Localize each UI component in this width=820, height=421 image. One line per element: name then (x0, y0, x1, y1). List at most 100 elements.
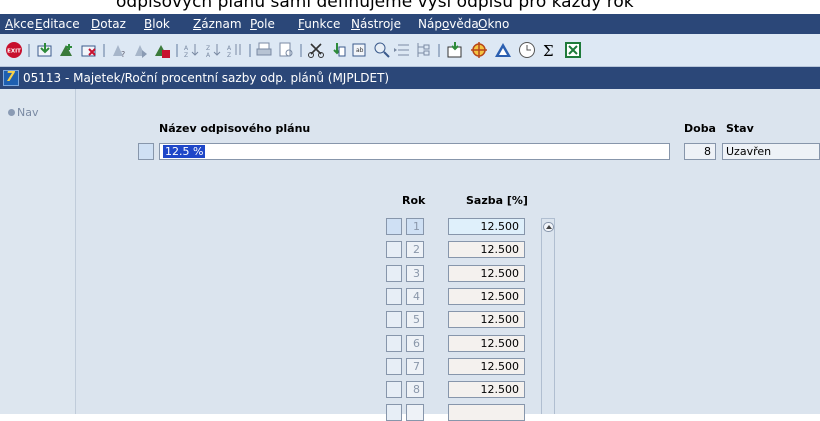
doba-field[interactable]: 8 (684, 143, 716, 160)
sazba-cell[interactable]: 12.500 (448, 358, 525, 375)
sazba-cell[interactable]: 12.500 (448, 381, 525, 398)
sazba-column-header: Sazba [%] (466, 194, 528, 207)
svg-text:ab: ab (356, 47, 364, 54)
doba-label: Doba (684, 122, 716, 135)
record-indicator[interactable] (138, 143, 154, 160)
row-indicator[interactable] (386, 288, 402, 305)
radio-icon (8, 109, 15, 116)
menu-item[interactable]: Editace (35, 17, 80, 31)
sort-desc-icon[interactable]: ZA (205, 41, 223, 59)
sazba-cell[interactable]: 12.500 (448, 288, 525, 305)
plan-name-value: 12.5 % (163, 145, 206, 158)
plan-name-field[interactable]: 12.5 % (159, 143, 670, 160)
menu-bar: Akce Editace Dotaz Blok Záznam Pole Funkce Nást… (0, 14, 820, 34)
toolbar-separator (28, 44, 30, 57)
zoom-icon[interactable] (373, 41, 391, 59)
tools-icon[interactable] (470, 41, 488, 59)
form-title: 05113 - Majetek/Roční procentní sazby od… (23, 71, 390, 85)
scroll-up-icon[interactable] (543, 222, 554, 232)
row-indicator[interactable] (386, 265, 402, 282)
row-indicator[interactable] (386, 404, 402, 421)
svg-text:A: A (184, 45, 189, 52)
toolbar: EXIT ? AZ ZA AZ ab Σ (0, 34, 820, 67)
menu-item[interactable]: Dotaz (91, 17, 126, 31)
svg-text:Z: Z (184, 52, 188, 59)
rok-cell[interactable]: 5 (406, 311, 424, 328)
menu-item[interactable]: Akce (5, 17, 34, 31)
clock-icon[interactable] (518, 41, 536, 59)
rok-cell[interactable]: 1 (406, 218, 424, 235)
form-title-bar: 05113 - Majetek/Roční procentní sazby od… (0, 67, 820, 89)
rok-cell[interactable] (406, 404, 424, 421)
svg-text:Z: Z (227, 52, 231, 59)
exit-icon[interactable]: EXIT (5, 41, 23, 59)
rok-cell[interactable]: 6 (406, 335, 424, 352)
menu-item[interactable]: Pole (250, 17, 275, 31)
sum-icon[interactable]: Σ (541, 41, 559, 60)
menu-item[interactable]: Okno (478, 17, 509, 31)
svg-text:A: A (206, 52, 211, 59)
print-icon[interactable] (255, 41, 273, 59)
toolbar-separator (249, 44, 251, 57)
excel-icon[interactable] (564, 41, 582, 59)
row-indicator[interactable] (386, 381, 402, 398)
query-cancel-icon[interactable] (153, 41, 171, 59)
delete-record-icon[interactable] (80, 41, 98, 59)
navigation-pane: Nav (0, 89, 76, 414)
menu-item[interactable]: Blok (144, 17, 170, 31)
warning-icon[interactable] (494, 41, 512, 59)
toolbar-separator (103, 44, 105, 57)
export-icon[interactable] (446, 41, 464, 59)
new-record-icon[interactable] (58, 41, 76, 59)
svg-text:?: ? (121, 50, 125, 59)
rok-cell[interactable]: 3 (406, 265, 424, 282)
rok-cell[interactable]: 7 (406, 358, 424, 375)
vertical-scrollbar[interactable] (541, 218, 555, 414)
sazba-cell[interactable] (448, 404, 525, 421)
background-caption: odpisových plánů sami definujeme výši od… (0, 0, 820, 14)
sazba-cell[interactable]: 12.500 (448, 311, 525, 328)
svg-text:Z: Z (206, 45, 210, 52)
svg-text:EXIT: EXIT (7, 49, 21, 55)
sazba-cell[interactable]: 12.500 (448, 265, 525, 282)
menu-item[interactable]: Nápověda (418, 17, 479, 31)
sazba-cell[interactable]: 12.500 (448, 335, 525, 352)
row-indicator[interactable] (386, 335, 402, 352)
copy-icon[interactable] (329, 41, 347, 59)
form-content: Název odpisového plánu Doba Stav 12.5 % … (76, 89, 820, 421)
nav-label: Nav (17, 106, 39, 119)
toolbar-separator (300, 44, 302, 57)
sazba-cell[interactable]: 12.500 (448, 218, 525, 235)
svg-text:Σ: Σ (543, 42, 554, 59)
sazba-cell[interactable]: 12.500 (448, 241, 525, 258)
save-icon[interactable] (36, 41, 54, 59)
tree-icon[interactable] (414, 41, 432, 59)
nav-toggle[interactable]: Nav (8, 106, 38, 119)
toolbar-separator (176, 44, 178, 57)
cut-icon[interactable] (307, 41, 325, 59)
row-indicator[interactable] (386, 241, 402, 258)
toolbar-separator (438, 44, 440, 57)
query-enter-icon[interactable]: ? (110, 41, 128, 59)
sort-asc-icon[interactable]: AZ (183, 41, 201, 59)
svg-text:A: A (227, 45, 232, 52)
menu-item[interactable]: Funkce (298, 17, 340, 31)
sort-custom-icon[interactable]: AZ (226, 41, 244, 59)
plan-name-label: Název odpisového plánu (159, 122, 311, 135)
stav-label: Stav (726, 122, 754, 135)
list-icon[interactable] (393, 41, 411, 59)
query-execute-icon[interactable] (132, 41, 150, 59)
row-indicator[interactable] (386, 311, 402, 328)
rok-column-header: Rok (402, 194, 426, 207)
paste-icon[interactable]: ab (351, 41, 369, 59)
row-indicator[interactable] (386, 218, 402, 235)
rok-cell[interactable]: 8 (406, 381, 424, 398)
rok-cell[interactable]: 4 (406, 288, 424, 305)
print-preview-icon[interactable] (277, 41, 295, 59)
stav-field[interactable]: Uzavřen (722, 143, 820, 160)
row-indicator[interactable] (386, 358, 402, 375)
caption-text: odpisových plánů sami definujeme výši od… (116, 0, 634, 12)
menu-item[interactable]: Záznam (193, 17, 242, 31)
rok-cell[interactable]: 2 (406, 241, 424, 258)
menu-item[interactable]: Nástroje (351, 17, 401, 31)
